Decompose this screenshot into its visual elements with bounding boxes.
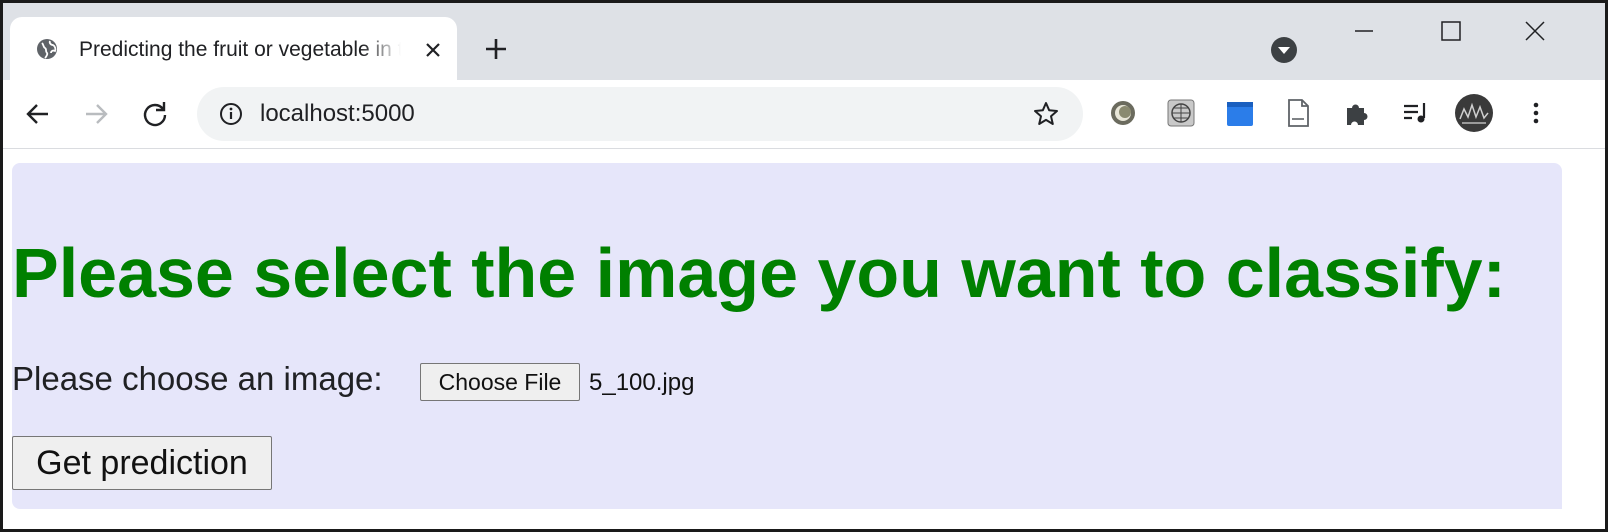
back-arrow-icon[interactable]: [22, 98, 54, 130]
tab-search-chevron-icon[interactable]: [1270, 36, 1298, 64]
address-url[interactable]: localhost:5000: [260, 100, 415, 128]
globe-icon: [35, 37, 59, 61]
choose-image-label: Please choose an image:: [12, 360, 383, 397]
minimize-window-icon[interactable]: [1349, 16, 1379, 46]
extension-disc-icon[interactable]: [1107, 97, 1139, 129]
extensions-puzzle-icon[interactable]: [1341, 97, 1373, 129]
extension-globe-icon[interactable]: [1165, 97, 1197, 129]
profile-avatar[interactable]: [1455, 94, 1493, 132]
media-playlist-icon[interactable]: [1400, 97, 1432, 129]
maximize-window-icon[interactable]: [1436, 16, 1466, 46]
close-tab-icon[interactable]: [420, 37, 446, 63]
extension-document-icon[interactable]: [1282, 97, 1314, 129]
extension-calendar-icon[interactable]: [1224, 97, 1256, 129]
tab-title: Predicting the fruit or vegetable in the…: [79, 38, 401, 61]
browser-tab-active[interactable]: Predicting the fruit or vegetable in the…: [10, 17, 457, 80]
upload-form: Please select the image you want to clas…: [12, 163, 1562, 509]
address-bar[interactable]: localhost:5000: [197, 87, 1083, 141]
browser-menu-icon[interactable]: [1520, 97, 1552, 129]
site-info-icon[interactable]: [219, 102, 243, 126]
browser-toolbar: localhost:5000: [0, 80, 1608, 149]
close-window-icon[interactable]: [1520, 16, 1550, 46]
new-tab-plus-icon[interactable]: [481, 34, 511, 64]
browser-tabstrip: Predicting the fruit or vegetable in the…: [0, 0, 1608, 80]
page-title: Please select the image you want to clas…: [12, 234, 1506, 312]
bookmark-star-icon[interactable]: [1032, 100, 1060, 128]
forward-arrow-icon[interactable]: [80, 98, 112, 130]
get-prediction-button[interactable]: Get prediction: [12, 436, 272, 490]
choose-file-button[interactable]: Choose File: [420, 363, 580, 401]
selected-file-name: 5_100.jpg: [589, 369, 695, 396]
reload-icon[interactable]: [139, 98, 171, 130]
